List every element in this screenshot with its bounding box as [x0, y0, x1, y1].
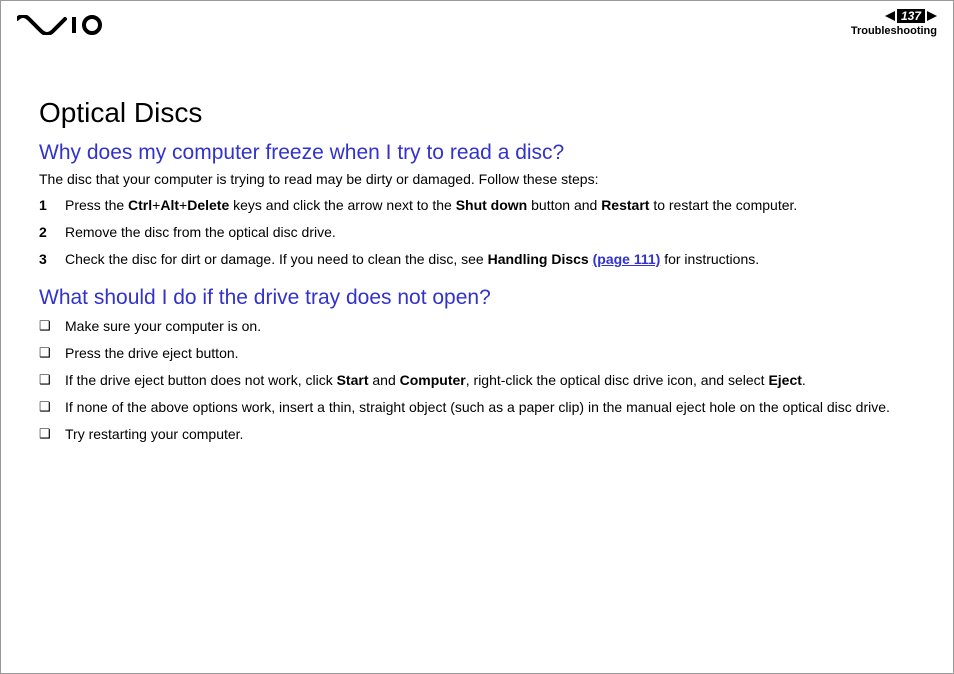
- vaio-logo-svg: [17, 15, 109, 35]
- step-number: 3: [39, 249, 65, 270]
- list-item: ❑ If the drive eject button does not wor…: [39, 370, 915, 391]
- bullet-text: If the drive eject button does not work,…: [65, 370, 915, 391]
- page-content: Optical Discs Why does my computer freez…: [1, 49, 953, 445]
- step-text: Check the disc for dirt or damage. If yo…: [65, 249, 915, 270]
- page-container: 137 Troubleshooting Optical Discs Why do…: [0, 0, 954, 674]
- bullet-icon: ❑: [39, 343, 65, 363]
- bullet-list-2: ❑ Make sure your computer is on. ❑ Press…: [39, 316, 915, 445]
- section-label: Troubleshooting: [851, 25, 937, 37]
- bullet-text: Press the drive eject button.: [65, 343, 915, 364]
- bullet-icon: ❑: [39, 370, 65, 390]
- page-number: 137: [897, 9, 925, 23]
- page-link-111[interactable]: (page 111): [593, 251, 661, 267]
- next-page-arrow-icon[interactable]: [927, 11, 937, 21]
- list-item: ❑ Press the drive eject button.: [39, 343, 915, 364]
- step-2: 2 Remove the disc from the optical disc …: [39, 222, 915, 243]
- bullet-text: If none of the above options work, inser…: [65, 397, 915, 418]
- page-title: Optical Discs: [39, 97, 915, 129]
- step-1: 1 Press the Ctrl+Alt+Delete keys and cli…: [39, 195, 915, 216]
- header-right: 137 Troubleshooting: [851, 9, 937, 37]
- prev-page-arrow-icon[interactable]: [885, 11, 895, 21]
- step-3: 3 Check the disc for dirt or damage. If …: [39, 249, 915, 270]
- step-number: 1: [39, 195, 65, 216]
- bullet-icon: ❑: [39, 397, 65, 417]
- question-heading-2: What should I do if the drive tray does …: [39, 286, 915, 310]
- page-navigator: 137: [851, 9, 937, 23]
- page-header: 137 Troubleshooting: [1, 1, 953, 49]
- bullet-text: Try restarting your computer.: [65, 424, 915, 445]
- step-text: Remove the disc from the optical disc dr…: [65, 222, 915, 243]
- intro-text-1: The disc that your computer is trying to…: [39, 171, 915, 187]
- step-number: 2: [39, 222, 65, 243]
- bullet-text: Make sure your computer is on.: [65, 316, 915, 337]
- step-list-1: 1 Press the Ctrl+Alt+Delete keys and cli…: [39, 195, 915, 270]
- step-text: Press the Ctrl+Alt+Delete keys and click…: [65, 195, 915, 216]
- list-item: ❑ If none of the above options work, ins…: [39, 397, 915, 418]
- bullet-icon: ❑: [39, 316, 65, 336]
- bullet-icon: ❑: [39, 424, 65, 444]
- vaio-logo: [17, 15, 109, 40]
- list-item: ❑ Try restarting your computer.: [39, 424, 915, 445]
- list-item: ❑ Make sure your computer is on.: [39, 316, 915, 337]
- question-heading-1: Why does my computer freeze when I try t…: [39, 141, 915, 165]
